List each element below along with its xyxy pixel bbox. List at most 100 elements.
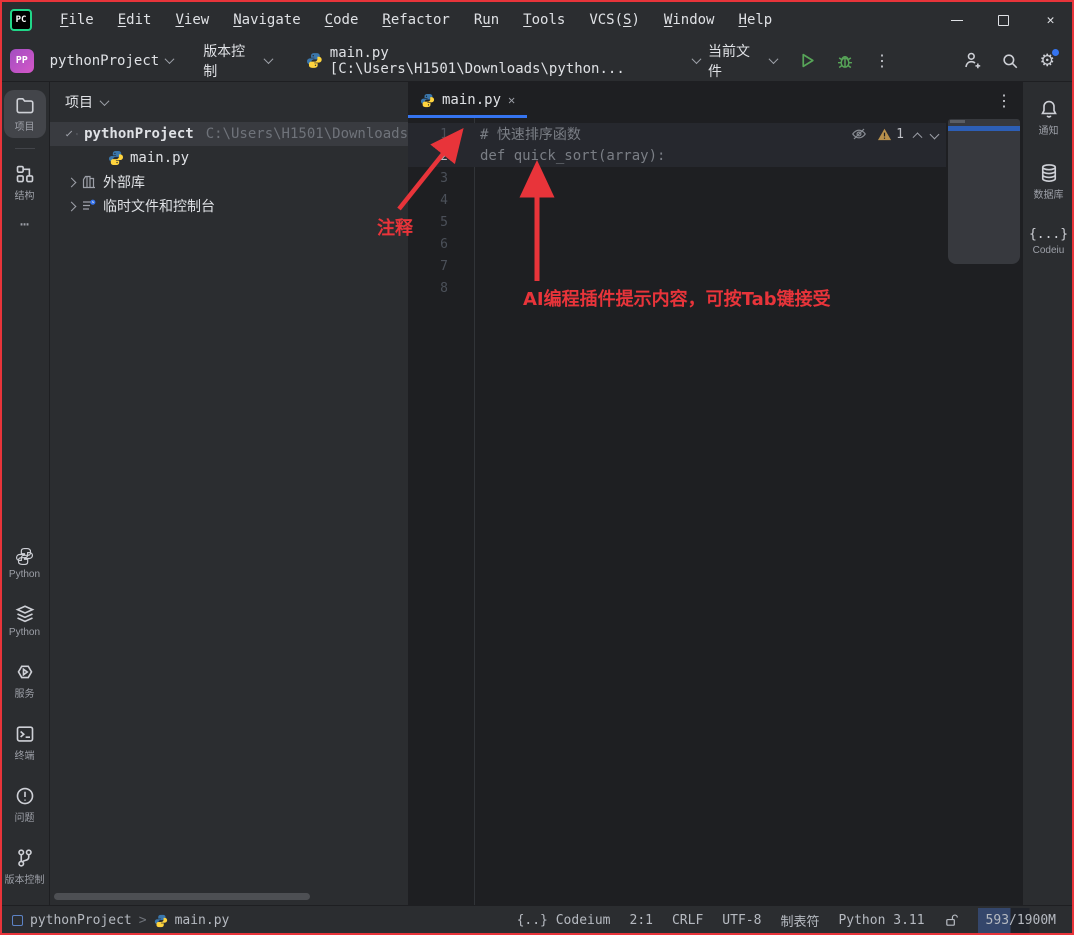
search-everywhere-icon[interactable] bbox=[995, 46, 1024, 76]
scratches-icon bbox=[81, 198, 97, 214]
vcs-widget[interactable]: 版本控制 bbox=[195, 37, 280, 85]
breadcrumb-file[interactable]: main.py bbox=[175, 913, 230, 928]
code-line-6: 6 bbox=[408, 233, 1022, 255]
code-line-8: 8 bbox=[408, 277, 1022, 299]
close-icon[interactable]: ✕ bbox=[1027, 0, 1074, 40]
warning-icon[interactable] bbox=[877, 127, 892, 142]
maximize-icon[interactable] bbox=[980, 0, 1027, 40]
tool-window-codeium-label: Codeiu bbox=[1033, 245, 1065, 256]
tool-window-services[interactable]: 服务 bbox=[4, 657, 46, 705]
tool-window-python-packages[interactable]: Python bbox=[4, 599, 46, 643]
pycharm-logo-icon: PC bbox=[10, 9, 32, 31]
tool-window-structure-label: 结构 bbox=[15, 187, 35, 202]
tree-item-name: 临时文件和控制台 bbox=[103, 196, 215, 216]
breadcrumb-project[interactable]: pythonProject bbox=[30, 913, 132, 928]
menu-refactor[interactable]: Refactor bbox=[372, 9, 459, 31]
tool-window-project[interactable]: 项目 bbox=[4, 90, 46, 138]
highlighting-off-eye-icon[interactable] bbox=[851, 126, 867, 142]
line-separator[interactable]: CRLF bbox=[672, 913, 703, 928]
memory-indicator[interactable]: 593/1900M bbox=[978, 908, 1064, 933]
project-selector[interactable]: pythonProject bbox=[42, 49, 182, 73]
tool-window-database[interactable]: 数据库 bbox=[1028, 158, 1070, 206]
tree-item-path: C:\Users\H1501\Downloads bbox=[206, 126, 408, 142]
run-configuration[interactable]: main.py [C:\Users\H1501\Downloads\python… bbox=[306, 45, 700, 77]
run-mode-selector[interactable]: 当前文件 bbox=[700, 37, 785, 85]
chevron-collapsed-icon bbox=[67, 201, 77, 211]
line-number: 8 bbox=[408, 281, 474, 296]
tool-window-notifications[interactable]: 通知 bbox=[1028, 94, 1070, 142]
more-tool-windows-icon[interactable]: ⋯ bbox=[20, 215, 29, 233]
code-comment-text: # 快速排序函数 bbox=[474, 124, 581, 144]
project-tree: pythonProject C:\Users\H1501\Downloads m… bbox=[50, 122, 408, 218]
file-encoding[interactable]: UTF-8 bbox=[722, 913, 761, 928]
toolbar-right-group: 当前文件 ⋮ bbox=[700, 37, 1062, 85]
project-avatar[interactable]: PP bbox=[10, 49, 34, 73]
horizontal-scrollbar[interactable] bbox=[54, 893, 310, 900]
left-strip-bottom-group: Python Python 服务 bbox=[4, 542, 46, 905]
menu-navigate[interactable]: Navigate bbox=[223, 9, 310, 31]
indent-style[interactable]: 制表符 bbox=[780, 911, 819, 930]
left-tool-strip: 项目 结构 ⋯ Python bbox=[0, 82, 50, 905]
menu-edit[interactable]: Edit bbox=[108, 9, 162, 31]
tool-window-services-label: 服务 bbox=[15, 685, 35, 700]
menu-vcs[interactable]: VCS(S) bbox=[579, 9, 650, 31]
version-control-icon bbox=[15, 848, 35, 868]
terminal-icon bbox=[15, 724, 35, 744]
run-mode-label: 当前文件 bbox=[708, 41, 763, 81]
right-strip-group: 通知 数据库 {...} Codeiu bbox=[1028, 94, 1070, 275]
menu-run[interactable]: Run bbox=[464, 9, 509, 31]
previous-problem-icon[interactable] bbox=[913, 132, 923, 142]
menu-code[interactable]: Code bbox=[315, 9, 369, 31]
tool-window-version-control[interactable]: 版本控制 bbox=[4, 843, 46, 891]
tool-window-problems-label: 问题 bbox=[15, 809, 35, 824]
tool-window-database-label: 数据库 bbox=[1034, 186, 1064, 201]
tree-row-external-libraries[interactable]: 外部库 bbox=[50, 170, 408, 194]
status-bar: pythonProject > main.py {..} Codeium 2:1… bbox=[0, 905, 1074, 935]
minimize-icon[interactable] bbox=[933, 0, 980, 40]
code-line-7: 7 bbox=[408, 255, 1022, 277]
tree-row-project-root[interactable]: pythonProject C:\Users\H1501\Downloads bbox=[50, 122, 408, 146]
menu-tools[interactable]: Tools bbox=[513, 9, 575, 31]
line-number-current: 2 bbox=[408, 149, 474, 164]
tool-window-structure[interactable]: 结构 bbox=[4, 159, 46, 207]
tool-window-codeium[interactable]: {...} Codeiu bbox=[1028, 222, 1070, 261]
debug-icon[interactable] bbox=[830, 46, 859, 76]
tree-item-name: pythonProject bbox=[84, 126, 194, 142]
run-icon[interactable] bbox=[793, 46, 822, 76]
caret-position[interactable]: 2:1 bbox=[630, 913, 653, 928]
unlocked-icon[interactable] bbox=[944, 913, 959, 928]
main-area: 项目 结构 ⋯ Python bbox=[0, 82, 1074, 905]
project-panel-header[interactable]: 项目 bbox=[50, 82, 408, 122]
menu-view[interactable]: View bbox=[165, 9, 219, 31]
codeium-status[interactable]: {..} Codeium bbox=[517, 913, 611, 928]
breadcrumb: pythonProject > main.py bbox=[12, 913, 229, 928]
scroll-position-indicator[interactable] bbox=[948, 126, 1020, 131]
python-file-icon bbox=[306, 52, 323, 69]
editor-scroll-preview-panel bbox=[948, 119, 1020, 264]
tab-options-icon[interactable]: ⋮ bbox=[996, 91, 1012, 110]
tree-row-scratches[interactable]: 临时文件和控制台 bbox=[50, 194, 408, 218]
next-problem-icon[interactable] bbox=[930, 129, 940, 139]
menu-help[interactable]: Help bbox=[729, 9, 783, 31]
python-console-icon bbox=[15, 547, 34, 566]
inspection-widget: 1 bbox=[851, 123, 938, 145]
editor-body[interactable]: 1 # 快速排序函数 1 2 bbox=[408, 118, 1022, 905]
project-tool-window: 项目 pythonProject C:\Users\H1501\Download… bbox=[50, 82, 408, 905]
tool-window-problems[interactable]: 问题 bbox=[4, 781, 46, 829]
tab-close-icon[interactable]: ✕ bbox=[508, 93, 515, 107]
settings-icon[interactable]: ⚙ bbox=[1033, 46, 1062, 76]
menu-window[interactable]: Window bbox=[654, 9, 725, 31]
python-file-icon bbox=[420, 93, 435, 108]
tree-item-name: 外部库 bbox=[103, 172, 145, 192]
tab-main-py[interactable]: main.py ✕ bbox=[408, 82, 527, 118]
tree-row-main-py[interactable]: main.py bbox=[50, 146, 408, 170]
line-number: 3 bbox=[408, 171, 474, 186]
code-with-me-icon[interactable] bbox=[958, 46, 987, 76]
tool-window-terminal-label: 终端 bbox=[15, 747, 35, 762]
menu-file[interactable]: File bbox=[50, 9, 104, 31]
tool-window-terminal[interactable]: 终端 bbox=[4, 719, 46, 767]
more-actions-icon[interactable]: ⋮ bbox=[867, 46, 896, 76]
chevron-collapsed-icon bbox=[67, 177, 77, 187]
tool-window-python-console[interactable]: Python bbox=[4, 542, 46, 585]
python-interpreter[interactable]: Python 3.11 bbox=[838, 913, 924, 928]
